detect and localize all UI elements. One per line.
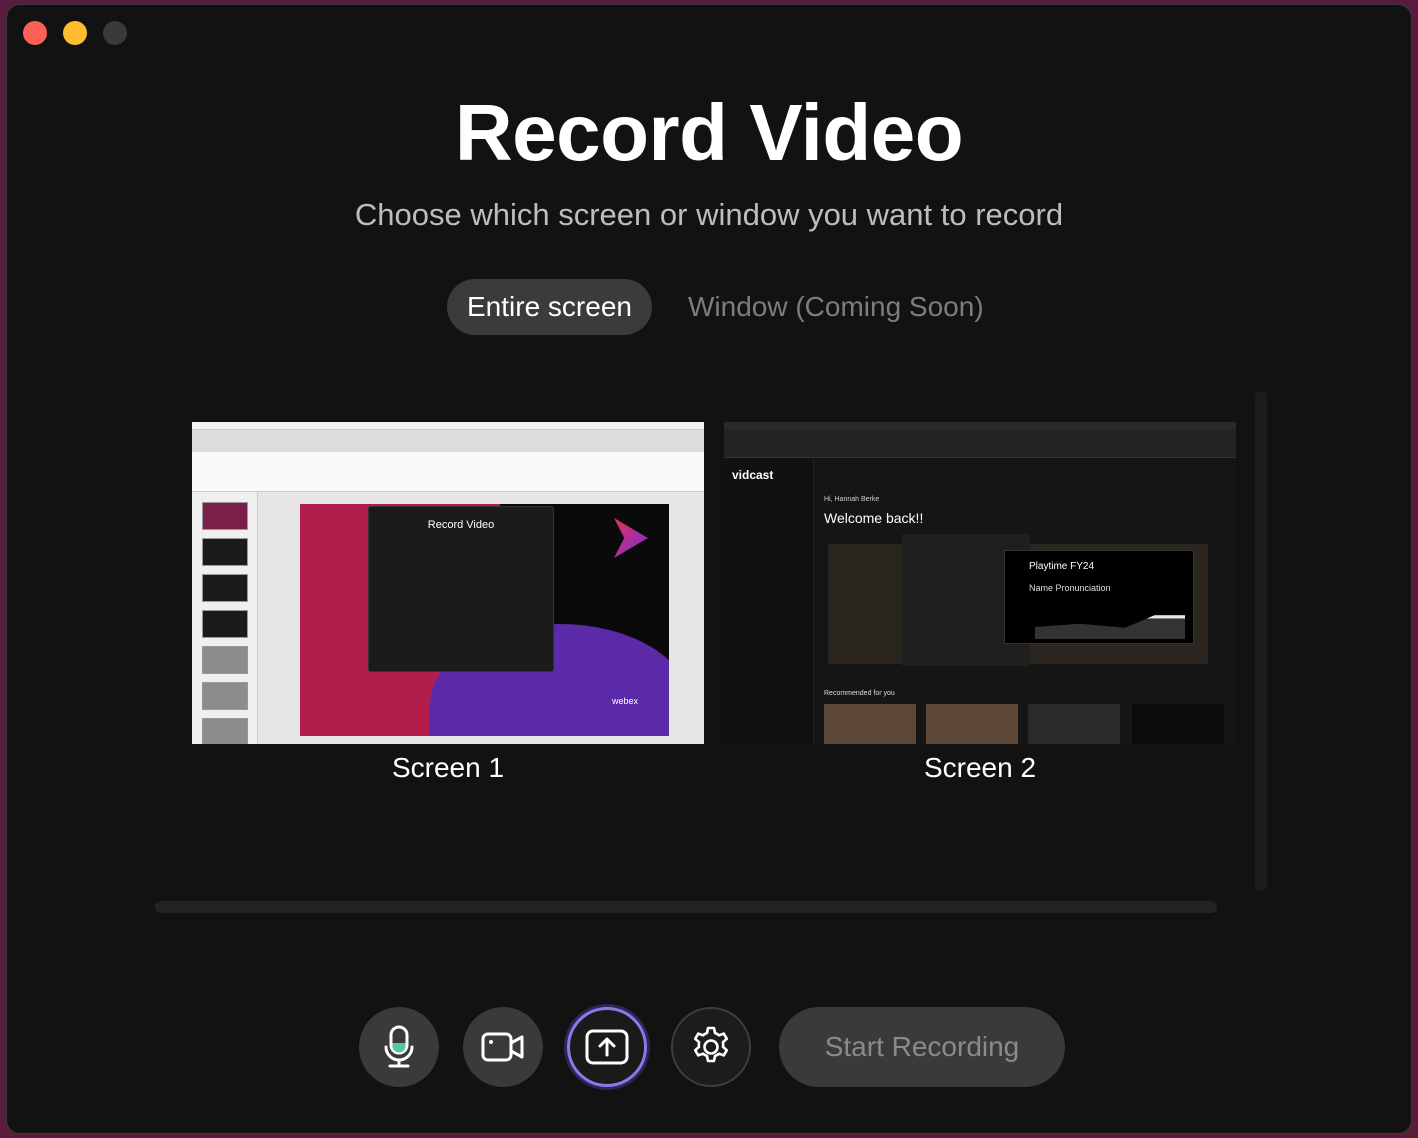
share-screen-button[interactable] xyxy=(567,1007,647,1087)
horizontal-scrollbar[interactable] xyxy=(155,901,1217,913)
close-window-button[interactable] xyxy=(23,21,47,45)
screen-2-label: Screen 2 xyxy=(923,752,1037,783)
screen-1-preview[interactable]: Record Video webex xyxy=(192,422,704,744)
camera-toggle-button[interactable] xyxy=(463,1007,543,1087)
slide-panel-preview xyxy=(192,492,258,744)
popup-preview: Playtime FY24 Name Pronunciation xyxy=(1004,550,1194,644)
microphone-toggle-button[interactable] xyxy=(359,1007,439,1087)
vertical-scrollbar[interactable] xyxy=(1255,391,1267,891)
screen-option-2[interactable]: vidcast Hi, Hannah Berke Welcome back!! … xyxy=(724,422,1236,784)
page-subtitle: Choose which screen or window you want t… xyxy=(354,197,1064,232)
zoom-window-button[interactable] xyxy=(103,21,127,45)
microphone-icon xyxy=(384,1025,414,1068)
minimize-window-button[interactable] xyxy=(63,21,87,45)
gear-icon xyxy=(693,1026,729,1063)
screen-2-preview[interactable]: vidcast Hi, Hannah Berke Welcome back!! … xyxy=(724,422,1236,744)
camera-icon xyxy=(481,1032,524,1062)
screen-1-label: Screen 1 xyxy=(391,752,505,783)
share-screen-icon xyxy=(585,1029,629,1065)
tab-window[interactable]: Window (Coming Soon) xyxy=(668,279,1004,335)
recording-controls: Start Recording xyxy=(359,1007,1065,1087)
start-recording-button[interactable]: Start Recording xyxy=(779,1007,1065,1087)
screen-option-1[interactable]: Record Video webex Screen 1 xyxy=(192,422,704,784)
preview-dialog: Record Video xyxy=(368,506,554,672)
page-title: Record Video xyxy=(454,88,964,177)
source-tabs: Entire screen Window (Coming Soon) xyxy=(447,279,1004,335)
tab-entire-screen[interactable]: Entire screen xyxy=(447,279,652,335)
window-controls xyxy=(23,21,127,45)
waveform-preview xyxy=(1035,603,1185,639)
record-video-window: Record Video Choose which screen or wind… xyxy=(6,4,1412,1134)
settings-button[interactable] xyxy=(671,1007,751,1087)
sidebar-preview xyxy=(724,458,814,744)
